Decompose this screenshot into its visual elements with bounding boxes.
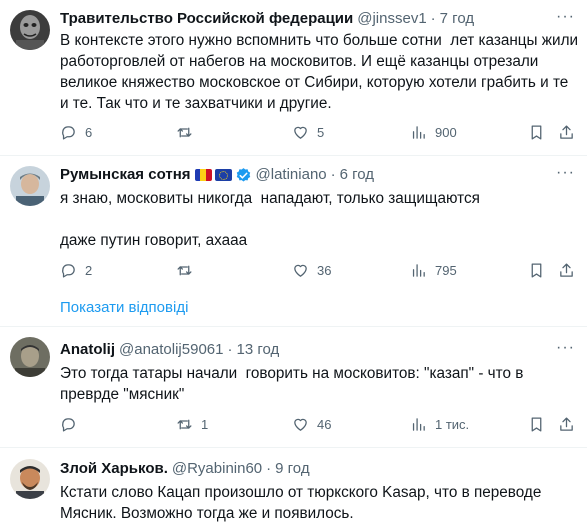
bookmark-icon [531,262,542,278]
tweet-actions: 1 46 1 тис. [60,414,580,434]
timestamp[interactable]: 6 год [340,165,374,185]
display-name[interactable]: Злой Харьков. [60,459,168,479]
bookmark-button[interactable] [528,122,545,142]
tweet-text: В контексте этого нужно вспомнить что бо… [60,32,583,112]
separator-dot: · [266,460,272,477]
reply-button[interactable]: 2 [60,260,92,280]
views-count: 900 [435,124,457,140]
share-button[interactable] [558,260,575,280]
like-icon [294,264,307,277]
divider [0,155,587,156]
retweet-icon [177,419,192,429]
reply-icon [62,125,75,140]
display-name[interactable]: Травительство Российской федерации [60,9,353,29]
tweet-header: Румынская сотня @latiniano · 6 год [60,165,374,185]
avatar[interactable] [10,459,50,499]
retweet-button[interactable] [176,122,201,142]
retweet-icon [177,265,192,275]
bookmark-icon [531,416,542,432]
separator-dot: · [330,166,336,183]
views-icon [412,125,425,139]
views-button[interactable]: 1 тис. [410,414,469,434]
tweet-text: я знаю, московиты никогда нападают, толь… [60,190,480,249]
divider [0,326,587,327]
verified-badge-icon[interactable] [235,167,252,184]
views-count: 1 тис. [435,416,470,432]
reply-button[interactable] [60,414,85,434]
separator-dot: · [227,341,233,358]
like-button[interactable]: 5 [292,122,324,142]
avatar[interactable] [10,166,50,206]
views-button[interactable]: 795 [410,260,457,280]
user-handle[interactable]: @Ryabinin60 [172,459,262,479]
avatar[interactable] [10,10,50,50]
more-icon[interactable]: ··· [556,340,575,356]
tweet-text: Это тогда татары начали говорить на моск… [60,365,528,403]
like-button[interactable]: 46 [292,414,331,434]
share-icon [560,416,573,431]
tweet-text: Кстати слово Кацап произошло от тюркског… [60,484,546,522]
retweet-button[interactable] [176,260,201,280]
more-icon[interactable]: ··· [556,9,575,25]
reply-button[interactable]: 6 [60,122,92,142]
reply-count: 2 [85,262,93,278]
retweet-button[interactable]: 1 [176,414,208,434]
like-icon [294,126,307,139]
like-count: 5 [317,124,325,140]
reply-icon [62,263,75,278]
timestamp[interactable]: 7 год [440,9,474,29]
tweet-header: Травительство Российской федерации @jins… [60,9,474,29]
flag-eu-icon [214,169,232,181]
timestamp[interactable]: 9 год [275,459,309,479]
like-icon [294,418,307,431]
user-handle[interactable]: @anatolij59061 [119,340,223,360]
retweet-icon [177,127,192,137]
reply-icon [62,417,75,432]
display-name[interactable]: Румынская сотня [60,165,191,185]
tweet-header: Anatolij @anatolij59061 · 13 год [60,340,279,360]
show-replies-link[interactable]: Показати відповіді [60,298,188,318]
share-button[interactable] [558,122,575,142]
timestamp[interactable]: 13 год [236,340,279,360]
avatar[interactable] [10,337,50,377]
share-icon [560,124,573,139]
views-button[interactable]: 900 [410,122,457,142]
views-icon [412,263,425,277]
share-icon [560,262,573,277]
retweet-count: 1 [201,416,209,432]
bookmark-button[interactable] [528,414,545,434]
like-count: 36 [317,262,332,278]
tweet-header: Злой Харьков. @Ryabinin60 · 9 год [60,459,310,479]
user-handle[interactable]: @latiniano [256,165,327,185]
views-count: 795 [435,262,457,278]
share-button[interactable] [558,414,575,434]
separator-dot: · [430,10,436,27]
views-icon [412,417,425,431]
reply-count: 6 [85,124,93,140]
more-icon[interactable]: ··· [556,165,575,181]
tweet-actions: 6 5 900 [60,122,580,142]
user-handle[interactable]: @jinssev1 [357,9,426,29]
like-count: 46 [317,416,332,432]
tweet-actions: 2 36 795 [60,260,580,280]
display-name[interactable]: Anatolij [60,340,115,360]
flag-romania-icon [194,169,212,181]
divider [0,447,587,448]
bookmark-icon [531,124,542,140]
bookmark-button[interactable] [528,260,545,280]
like-button[interactable]: 36 [292,260,331,280]
